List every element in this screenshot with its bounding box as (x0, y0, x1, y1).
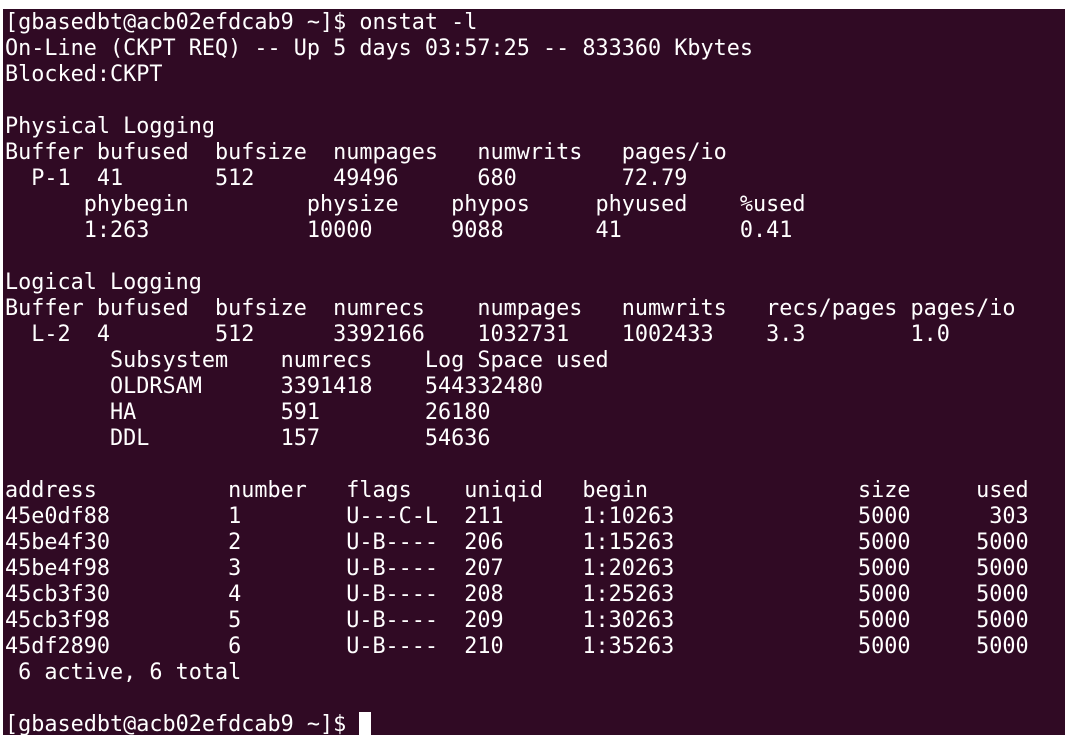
terminal-line: DDL 157 54636 (5, 426, 491, 451)
terminal-output: [gbasedbt@acb02efdcab9 ~]$ onstat -l On-L… (5, 10, 1065, 735)
terminal-line: L-2 4 512 3392166 1032731 1002433 3.3 1.… (5, 322, 950, 347)
terminal-line: 45be4f30 2 U-B---- 206 1:15263 5000 5000… (5, 530, 1065, 555)
terminal-line: OLDRSAM 3391418 544332480 (5, 374, 544, 399)
terminal-line: 45e0df88 1 U---C-L 211 1:10263 5000 303 … (5, 504, 1065, 529)
terminal-line: Logical Logging (5, 270, 202, 295)
terminal-line: [gbasedbt@acb02efdcab9 ~]$ onstat -l (5, 10, 478, 35)
terminal-line: Physical Logging (5, 114, 215, 139)
terminal-line: 45df2890 6 U-B---- 210 1:35263 5000 5000… (5, 634, 1065, 659)
terminal-line: On-Line (CKPT REQ) -- Up 5 days 03:57:25… (5, 36, 754, 61)
terminal-line: address number flags uniqid begin size u… (5, 478, 1065, 503)
terminal-line: P-1 41 512 49496 680 72.79 (5, 166, 688, 191)
terminal-line: 6 active, 6 total (5, 660, 242, 685)
text-cursor (359, 712, 372, 735)
shell-prompt: [gbasedbt@acb02efdcab9 ~]$ (5, 712, 360, 735)
prompt-line[interactable]: [gbasedbt@acb02efdcab9 ~]$ (5, 712, 1065, 735)
terminal-line: Buffer bufused bufsize numpages numwrits… (5, 140, 727, 165)
mouse-pointer-highlight-icon (213, 9, 259, 25)
terminal-line: 45cb3f30 4 U-B---- 208 1:25263 5000 5000… (5, 582, 1065, 607)
terminal-window[interactable]: [gbasedbt@acb02efdcab9 ~]$ onstat -l On-L… (3, 9, 1065, 735)
terminal-line: Buffer bufused bufsize numrecs numpages … (5, 296, 1016, 321)
terminal-line: phybegin physize phypos phyused %used (5, 192, 806, 217)
terminal-line: HA 591 26180 (5, 400, 491, 425)
terminal-line: 45be4f98 3 U-B---- 207 1:20263 5000 5000… (5, 556, 1065, 581)
terminal-line: 45cb3f98 5 U-B---- 209 1:30263 5000 5000… (5, 608, 1065, 633)
terminal-line: Blocked:CKPT (5, 62, 163, 87)
terminal-line: Subsystem numrecs Log Space used (5, 348, 609, 373)
terminal-line: 1:263 10000 9088 41 0.41 (5, 218, 793, 243)
